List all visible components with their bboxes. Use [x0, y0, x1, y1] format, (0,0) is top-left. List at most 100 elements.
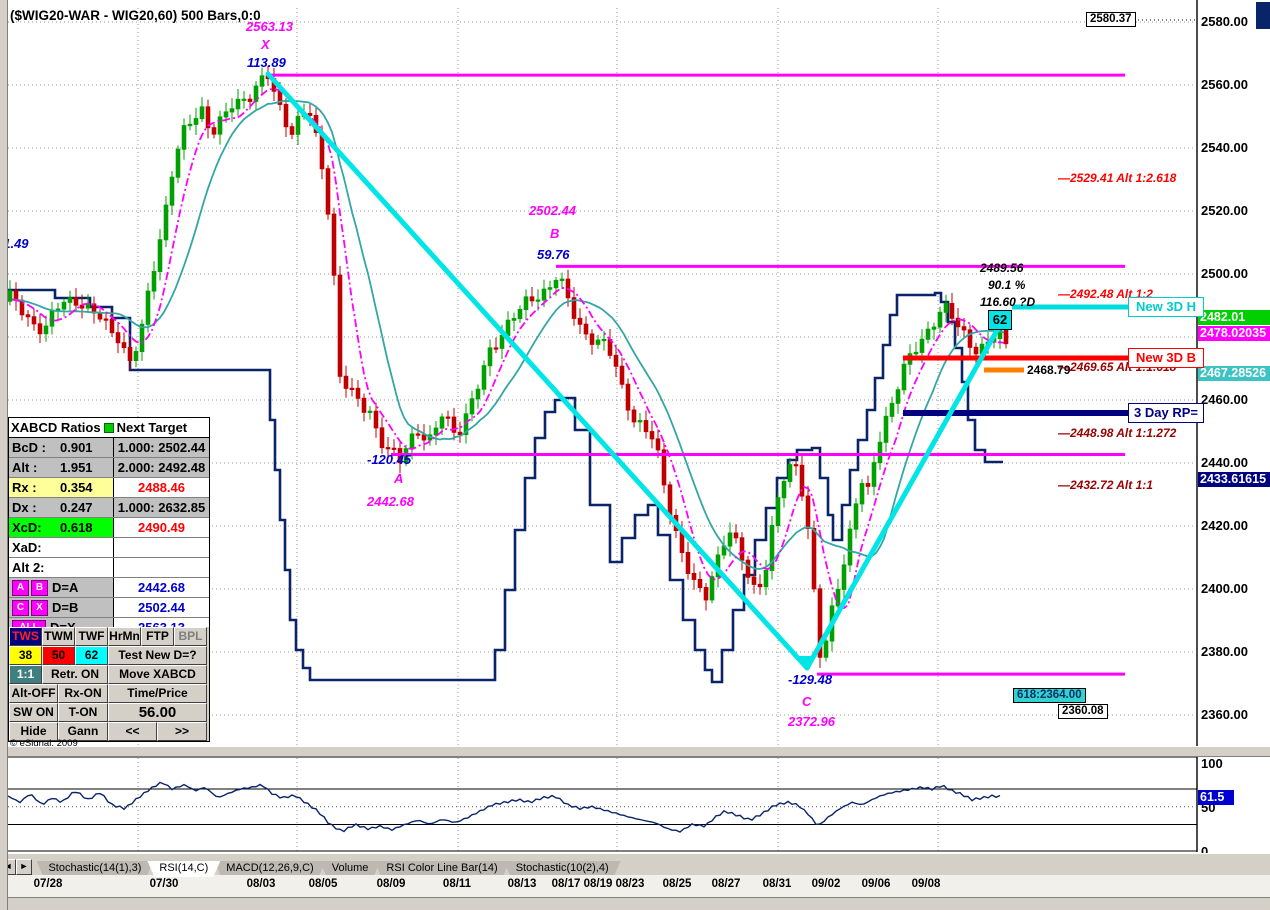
rsi-axis-tick: 100	[1201, 755, 1223, 771]
toolbar-button-bpl[interactable]: BPL	[174, 627, 207, 646]
target-value: 2490.49	[114, 518, 209, 537]
x-axis-date: 08/27	[711, 878, 741, 890]
ratio-name: Alt :	[12, 460, 38, 475]
fib-target-label: —2432.72 Alt 1:1	[1058, 478, 1153, 492]
b-point-label: B	[550, 226, 560, 241]
xabcd-table-row: Alt 2:	[9, 558, 209, 578]
toolbar-button-move-xabcd[interactable]: Move XABCD	[108, 665, 207, 684]
y-axis-tick: 2500.00	[1201, 266, 1248, 281]
toolbar-button-time-price[interactable]: Time/Price	[108, 684, 207, 703]
xabcd-toolbar: TWS TWM TWF HrMn FTP BPL 38 50 62 Test New D=? 1:1…	[8, 627, 210, 742]
toolbar-button-tws[interactable]: TWS	[9, 627, 42, 646]
d-annotation-line: 116.60 ?D	[980, 295, 1036, 309]
toolbar-button-38[interactable]: 38	[9, 646, 42, 665]
xabcd-table-row: XcD: 0.618 2490.49	[9, 518, 209, 538]
toolbar-button-50[interactable]: 50	[42, 646, 75, 665]
y-axis-tick: 2380.00	[1201, 644, 1248, 659]
toolbar-row: Alt-OFF Rx-ON Time/Price	[9, 684, 209, 703]
toolbar-button-twf[interactable]: TWF	[75, 627, 108, 646]
toolbar-row: 38 50 62 Test New D=?	[9, 646, 209, 665]
low-value-box: 2360.08	[1058, 704, 1108, 719]
xabcd-table-row: AB D=A 2442.68	[9, 578, 209, 598]
x-axis-date: 08/13	[507, 878, 537, 890]
ratio-name: Alt 2:	[12, 560, 45, 575]
xabcd-table-row: Rx : 0.354 2488.46	[9, 478, 209, 498]
xabcd-table-row: CX D=B 2502.44	[9, 598, 209, 618]
a-time-label: -120.45	[367, 452, 412, 467]
fib-618-target-tag: 618:2364.00	[1013, 688, 1086, 703]
target-value: 2442.68	[114, 578, 209, 597]
point-chip-c[interactable]: C	[12, 599, 29, 616]
c-point-label: C	[802, 694, 812, 709]
next-target-icon	[103, 422, 114, 433]
high-value-box: 2580.37	[1086, 12, 1136, 27]
c-time-label: -129.48	[788, 672, 833, 687]
toolbar-button-twm[interactable]: TWM	[42, 627, 75, 646]
date-axis: 07/28 07/30 08/03 08/05 08/09 08/11 08/13 08/17…	[0, 875, 1270, 897]
price-tag: 2433.61615	[1198, 472, 1270, 487]
x-point-label: X	[261, 37, 270, 52]
d-annotation-line: 2489.56	[980, 261, 1024, 275]
ratio-value: 0.901	[60, 440, 93, 455]
toolbar-button-hrmn[interactable]: HrMn	[108, 627, 141, 646]
toolbar-button-rx-on[interactable]: Rx-ON	[58, 684, 108, 703]
d-retracement-box: 62	[988, 310, 1012, 330]
row-label: D=A	[52, 580, 79, 595]
fib-target-label: —2448.98 Alt 1:1.272	[1058, 426, 1177, 440]
x-axis-date: 09/06	[861, 878, 891, 890]
toolbar-button-test-new-d-[interactable]: Test New D=?	[108, 646, 207, 665]
toolbar-button-1-1[interactable]: 1:1	[9, 665, 42, 684]
toolbar-button-alt-off[interactable]: Alt-OFF	[9, 684, 58, 703]
ratio-name: XcD:	[12, 520, 42, 535]
c-price-label: 2372.96	[788, 714, 835, 729]
target-value: 1.000: 2502.44	[114, 438, 209, 457]
x-axis-date: 08/25	[662, 878, 692, 890]
fib-target-label: —2529.41 Alt 1:2.618	[1058, 171, 1177, 185]
next-target-title: Next Target	[116, 420, 188, 435]
x-time-label: 113.89	[247, 55, 286, 70]
x-axis-date: 08/17	[551, 878, 581, 890]
y-axis-tick: 2540.00	[1201, 140, 1248, 155]
d-annotation-line: 90.1 %	[988, 278, 1026, 292]
ratio-name: Rx :	[12, 480, 37, 495]
point-chip-a[interactable]: A	[12, 579, 29, 596]
toolbar-button--[interactable]: <<	[108, 722, 157, 741]
toolbar-button-sw-on[interactable]: SW ON	[9, 703, 58, 722]
ratio-value: 0.354	[60, 480, 93, 495]
window-left-edge	[0, 0, 8, 910]
y-axis-tick: 2560.00	[1201, 77, 1248, 92]
y-axis-tick: 2580.00	[1201, 14, 1248, 29]
tab-scroll-right-button[interactable]: ►	[16, 859, 32, 875]
toolbar-row: 1:1 Retr. ON Move XABCD	[9, 665, 209, 684]
toolbar-button-62[interactable]: 62	[75, 646, 108, 665]
target-value	[114, 558, 209, 577]
a-point-label: A	[394, 471, 404, 486]
ratio-value: 0.247	[60, 500, 93, 515]
three-day-rp-label: 3 Day RP=	[1128, 403, 1204, 423]
a-price-label: 2442.68	[367, 494, 414, 509]
x-price-label: 2563.13	[246, 19, 293, 34]
toolbar-button-56-00[interactable]: 56.00	[108, 703, 207, 722]
row-label: D=B	[52, 600, 79, 615]
tab-rsi-14-c-[interactable]: RSI(14,C)	[147, 861, 220, 877]
x-axis-date: 09/08	[911, 878, 941, 890]
b-time-label: 59.76	[537, 247, 570, 262]
xabcd-table-row: BcD : 0.901 1.000: 2502.44	[9, 438, 209, 458]
toolbar-row: SW ON T-ON 56.00	[9, 703, 209, 722]
toolbar-row: TWS TWM TWF HrMn FTP BPL	[9, 627, 209, 646]
panel-separator-top[interactable]	[0, 746, 1270, 757]
point-chip-x[interactable]: X	[31, 599, 48, 616]
xabcd-ratios-title: XABCD Ratios	[11, 420, 101, 435]
study-tab-bar: ◄► Stochastic(14(1),3)RSI(14,C)MACD(12,2…	[0, 858, 1270, 875]
scrollbar-corner[interactable]	[1256, 2, 1270, 29]
ratio-name: BcD :	[12, 440, 46, 455]
y-axis-tick: 2440.00	[1201, 455, 1248, 470]
toolbar-button--[interactable]: >>	[157, 722, 207, 741]
x-axis-date: 08/19	[583, 878, 613, 890]
point-chip-b[interactable]: B	[31, 579, 48, 596]
target-value	[114, 538, 209, 557]
toolbar-button-t-on[interactable]: T-ON	[58, 703, 108, 722]
x-axis-date: 08/03	[246, 878, 276, 890]
toolbar-button-ftp[interactable]: FTP	[141, 627, 174, 646]
toolbar-button-retr-on[interactable]: Retr. ON	[42, 665, 108, 684]
